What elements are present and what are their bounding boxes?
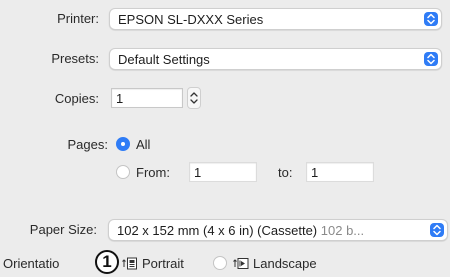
presets-value: Default Settings <box>118 52 210 67</box>
landscape-radio[interactable] <box>213 256 227 270</box>
printer-value: EPSON SL-DXXX Series <box>118 12 264 27</box>
portrait-orientation-icon <box>122 257 137 270</box>
popup-arrows-icon <box>430 223 444 237</box>
stepper-arrows-icon <box>190 92 198 104</box>
pages-from-value: 1 <box>194 165 202 180</box>
popup-arrows-icon <box>424 12 438 26</box>
pages-all-radio[interactable] <box>116 137 130 151</box>
pages-all-label: All <box>136 137 151 152</box>
printer-popup[interactable]: EPSON SL-DXXX Series <box>109 8 442 30</box>
pages-from-field[interactable]: 1 <box>189 162 257 182</box>
paper-size-value-dim: 102 b... <box>320 223 365 238</box>
pages-label: Pages: <box>67 137 108 152</box>
paper-size-popup[interactable]: 102 x 152 mm (4 x 6 in) (Cassette) 102 b… <box>108 219 448 241</box>
pages-to-value: 1 <box>311 165 319 180</box>
callout-marker: 1 <box>95 250 119 274</box>
presets-label: Presets: <box>51 51 99 66</box>
pages-to-field[interactable]: 1 <box>306 162 374 182</box>
portrait-label: Portrait <box>142 256 184 271</box>
paper-size-label: Paper Size: <box>29 222 97 237</box>
presets-popup[interactable]: Default Settings <box>109 48 442 70</box>
pages-from-label: From: <box>136 165 170 180</box>
landscape-label: Landscape <box>253 256 317 271</box>
printer-label: Printer: <box>57 11 99 26</box>
copies-stepper[interactable] <box>187 87 201 109</box>
popup-arrows-icon <box>424 52 438 66</box>
landscape-orientation-icon <box>233 258 249 269</box>
orientation-label: Orientatio <box>3 256 60 271</box>
pages-from-radio[interactable] <box>116 165 130 179</box>
copies-label: Copies: <box>54 91 99 106</box>
copies-field[interactable]: 1 <box>111 88 183 108</box>
pages-to-label: to: <box>278 165 293 180</box>
copies-value: 1 <box>116 91 124 106</box>
paper-size-value: 102 x 152 mm (4 x 6 in) (Cassette) 102 b… <box>117 223 365 238</box>
